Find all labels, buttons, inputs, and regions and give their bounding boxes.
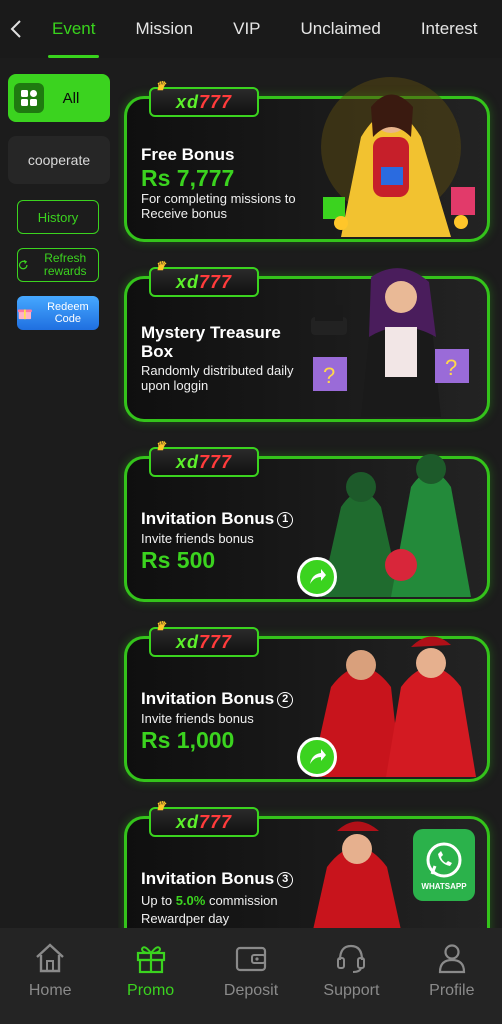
refresh-icon bbox=[18, 260, 28, 270]
card-title: Invitation Bonus 3 bbox=[141, 869, 294, 888]
redeem-code-label: Redeem Code bbox=[47, 301, 89, 325]
nav-profile-label: Profile bbox=[429, 982, 475, 999]
nav-support[interactable]: Support bbox=[301, 928, 401, 1024]
brand-logo: ♛ xd 777 bbox=[149, 79, 259, 117]
promo-card-invitation-bonus-1[interactable]: ♛ xd 777 Invitation Bonus 1 Invite friends … bbox=[124, 439, 490, 602]
history-button[interactable]: History bbox=[17, 200, 99, 234]
magician-woman-illustration: ? ? bbox=[311, 268, 469, 417]
card-amount: Rs 500 bbox=[141, 547, 216, 573]
brand-logo: ♛ xd 777 bbox=[149, 259, 259, 297]
gift-box-icon bbox=[17, 309, 32, 320]
card-title: Invitation Bonus 1 bbox=[141, 509, 294, 528]
tab-event[interactable]: Event bbox=[32, 0, 115, 58]
nav-promo-label: Promo bbox=[127, 982, 175, 999]
card-title: Invitation Bonus 2 bbox=[141, 689, 294, 708]
top-tab-bar: Event Mission VIP Unclaimed Interest bbox=[0, 0, 502, 58]
promo-card-invitation-bonus-2[interactable]: ♛ xd 777 Invitation Bonus 2 Invite friends … bbox=[124, 619, 490, 782]
bottom-navigation: Home Promo Deposit Support Profile bbox=[0, 928, 502, 1024]
tab-mission[interactable]: Mission bbox=[115, 0, 213, 58]
gift-icon bbox=[136, 946, 165, 974]
card-subtitle: For completing missions to Receive bonus bbox=[141, 191, 296, 221]
tab-interest[interactable]: Interest bbox=[401, 0, 498, 58]
tab-unclaimed[interactable]: Unclaimed bbox=[281, 0, 401, 58]
promo-screen: Event Mission VIP Unclaimed Interest All… bbox=[0, 0, 502, 1024]
card-title: Mystery Treasure Box bbox=[141, 323, 281, 361]
card-subtitle: Up to 5.0% commission bbox=[141, 893, 278, 908]
wallet-icon bbox=[235, 946, 267, 972]
brand-logo: ♛ xd 777 bbox=[149, 619, 259, 657]
woman-pilot-illustration bbox=[313, 821, 401, 928]
promo-card-free-bonus[interactable]: ♛ xd 777 Free Bonus Rs 7,777 For completin… bbox=[124, 77, 490, 242]
whatsapp-button[interactable]: WHATSAPP bbox=[413, 829, 475, 901]
card-subtitle: Randomly distributed daily upon loggin bbox=[141, 363, 294, 393]
nav-deposit[interactable]: Deposit bbox=[201, 928, 301, 1024]
share-arrow-icon bbox=[310, 749, 326, 764]
card-subtitle: Invite friends bonus bbox=[141, 531, 254, 546]
user-icon bbox=[438, 944, 465, 974]
tab-list: Event Mission VIP Unclaimed Interest bbox=[32, 0, 502, 58]
share-button[interactable] bbox=[297, 557, 337, 597]
category-cooperate-button[interactable]: cooperate bbox=[8, 136, 110, 184]
redeem-code-button[interactable]: Redeem Code bbox=[17, 296, 99, 330]
share-button[interactable] bbox=[297, 737, 337, 777]
refresh-rewards-label: Refresh rewards bbox=[43, 251, 87, 278]
promo-card-list: ♛ xd 777 Free Bonus Rs 7,777 For completin… bbox=[118, 58, 502, 928]
grid-icon bbox=[14, 83, 44, 113]
refresh-rewards-button[interactable]: Refresh rewards bbox=[17, 248, 99, 282]
promo-card-mystery-box[interactable]: ♛ xd 777 Mystery Treasure Box Randomly dis… bbox=[124, 259, 490, 422]
card-subtitle: Invite friends bonus bbox=[141, 711, 254, 726]
brand-logo: ♛ xd 777 bbox=[149, 799, 259, 837]
card-subtitle-2: Rewardper day bbox=[141, 911, 230, 926]
home-icon bbox=[36, 943, 65, 973]
promo-card-invitation-bonus-3[interactable]: ♛ xd 777 Invitation Bonus 3 Up to 5.0% comm… bbox=[124, 799, 490, 928]
category-sidebar: All cooperate History Refresh rewards Re… bbox=[0, 58, 118, 928]
nav-home[interactable]: Home bbox=[0, 928, 100, 1024]
whatsapp-icon bbox=[426, 842, 462, 877]
svg-text:?: ? bbox=[323, 363, 335, 388]
category-all-button[interactable]: All bbox=[8, 74, 110, 122]
whatsapp-label: WHATSAPP bbox=[421, 881, 467, 891]
tab-vip[interactable]: VIP bbox=[213, 0, 280, 58]
back-button[interactable] bbox=[0, 0, 32, 58]
brand-logo: ♛ xd 777 bbox=[149, 439, 259, 477]
nav-home-label: Home bbox=[28, 982, 72, 999]
card-amount: Rs 7,777 bbox=[141, 165, 235, 191]
category-all-label: All bbox=[62, 89, 80, 107]
nav-promo[interactable]: Promo bbox=[100, 928, 200, 1024]
svg-text:?: ? bbox=[445, 355, 457, 380]
woman-with-gifts-illustration bbox=[321, 77, 475, 237]
share-arrow-icon bbox=[310, 569, 326, 584]
card-title: Free Bonus bbox=[141, 145, 235, 164]
nav-profile[interactable]: Profile bbox=[402, 928, 502, 1024]
nav-support-label: Support bbox=[323, 982, 380, 999]
card-amount: Rs 1,000 bbox=[141, 727, 235, 753]
nav-deposit-label: Deposit bbox=[223, 982, 279, 999]
headset-icon bbox=[337, 944, 366, 973]
chevron-left-icon bbox=[10, 20, 21, 38]
